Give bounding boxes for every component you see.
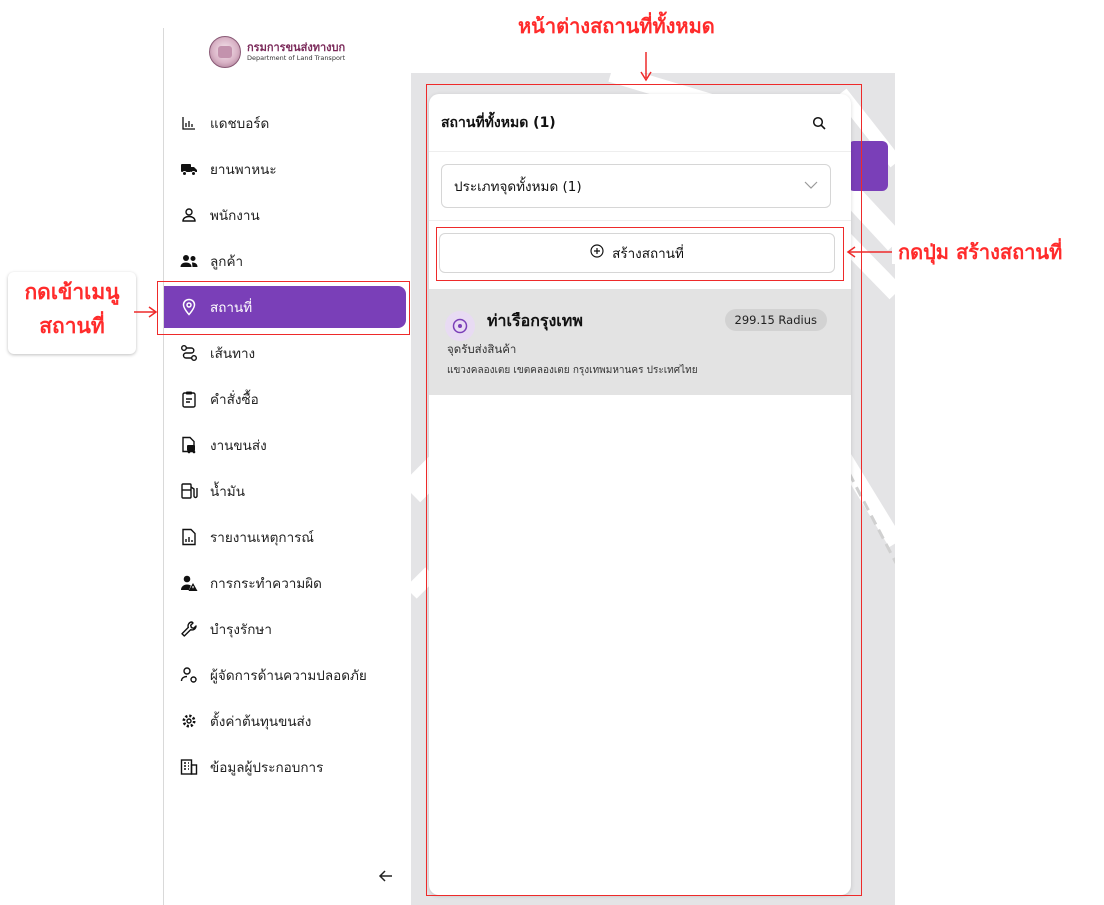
sidebar-item-label: ผู้จัดการด้านความปลอดภัย (210, 668, 367, 684)
annotation-box-create-button (436, 227, 844, 281)
sidebar-item-orders[interactable]: คำสั่งซื้อ (164, 376, 411, 422)
brand-name-th: กรมการขนส่งทางบก (247, 40, 346, 54)
brand-logo: กรมการขนส่งทางบก Department of Land Tran… (209, 36, 345, 68)
annotation-callout-menu: กดเข้าเมนู สถานที่ (8, 272, 136, 354)
truck-icon (180, 160, 198, 178)
sidebar-item-employees[interactable]: พนักงาน (164, 192, 411, 238)
brand-name-en: Department of Land Transport (247, 53, 346, 62)
fuel-icon (180, 482, 198, 500)
delivery-job-icon (180, 436, 198, 454)
annotation-arrow-menu (134, 306, 158, 318)
sidebar-nav: แดชบอร์ด ยานพาหนะ พนักงาน ลูกค้า สถานที่… (164, 100, 411, 790)
sidebar-item-violations[interactable]: การกระทำความผิด (164, 560, 411, 606)
users-icon (180, 252, 198, 270)
sidebar-item-safety-manager[interactable]: ผู้จัดการด้านความปลอดภัย (164, 652, 411, 698)
clipboard-icon (180, 390, 198, 408)
arrow-left-icon[interactable] (378, 868, 396, 886)
user-warning-icon (180, 574, 198, 592)
sidebar-item-label: การกระทำความผิด (210, 576, 322, 592)
annotation-label-create: กดปุ่ม สร้างสถานที่ (892, 240, 1069, 264)
annotation-label-panel: หน้าต่างสถานที่ทั้งหมด (512, 14, 721, 38)
annotation-box-panel (426, 84, 862, 896)
annotation-arrow-panel (640, 52, 652, 82)
sidebar-item-maintenance[interactable]: บำรุงรักษา (164, 606, 411, 652)
user-icon (180, 206, 198, 224)
wrench-icon (180, 620, 198, 638)
sidebar-item-vehicles[interactable]: ยานพาหนะ (164, 146, 411, 192)
sidebar-item-delivery-jobs[interactable]: งานขนส่ง (164, 422, 411, 468)
annotation-label-menu-line1: กดเข้าเมนู (8, 280, 136, 306)
annotation-label-menu-line2: สถานที่ (8, 314, 136, 340)
sidebar-item-label: งานขนส่ง (210, 438, 267, 454)
sidebar-item-label: น้ำมัน (210, 484, 245, 500)
sidebar-item-fuel[interactable]: น้ำมัน (164, 468, 411, 514)
sidebar-item-label: ตั้งค่าต้นทุนขนส่ง (210, 714, 312, 730)
sidebar-item-label: รายงานเหตุการณ์ (210, 530, 314, 546)
sidebar: กรมการขนส่งทางบก Department of Land Tran… (164, 28, 411, 905)
department-seal-icon (209, 36, 241, 68)
sidebar-item-dashboard[interactable]: แดชบอร์ด (164, 100, 411, 146)
gear-icon (180, 712, 198, 730)
sidebar-item-operator-info[interactable]: ข้อมูลผู้ประกอบการ (164, 744, 411, 790)
sidebar-item-label: ข้อมูลผู้ประกอบการ (210, 760, 324, 776)
annotation-box-menu-item (157, 281, 410, 335)
sidebar-item-routes[interactable]: เส้นทาง (164, 330, 411, 376)
building-icon (180, 758, 198, 776)
tutorial-screenshot: กรมการขนส่งทางบก Department of Land Tran… (0, 0, 1104, 905)
sidebar-item-customers[interactable]: ลูกค้า (164, 238, 411, 284)
report-icon (180, 528, 198, 546)
sidebar-item-label: บำรุงรักษา (210, 622, 272, 638)
sidebar-item-label: ยานพาหนะ (210, 162, 277, 178)
sidebar-item-label: คำสั่งซื้อ (210, 392, 259, 408)
sidebar-item-label: ลูกค้า (210, 254, 244, 270)
annotation-arrow-create (846, 246, 892, 258)
sidebar-item-incident-reports[interactable]: รายงานเหตุการณ์ (164, 514, 411, 560)
dashboard-chart-icon (180, 114, 198, 132)
sidebar-item-label: แดชบอร์ด (210, 116, 270, 132)
safety-manager-icon (180, 666, 198, 684)
route-icon (180, 344, 198, 362)
sidebar-item-transport-cost-settings[interactable]: ตั้งค่าต้นทุนขนส่ง (164, 698, 411, 744)
sidebar-item-label: พนักงาน (210, 208, 260, 224)
sidebar-item-label: เส้นทาง (210, 346, 256, 362)
